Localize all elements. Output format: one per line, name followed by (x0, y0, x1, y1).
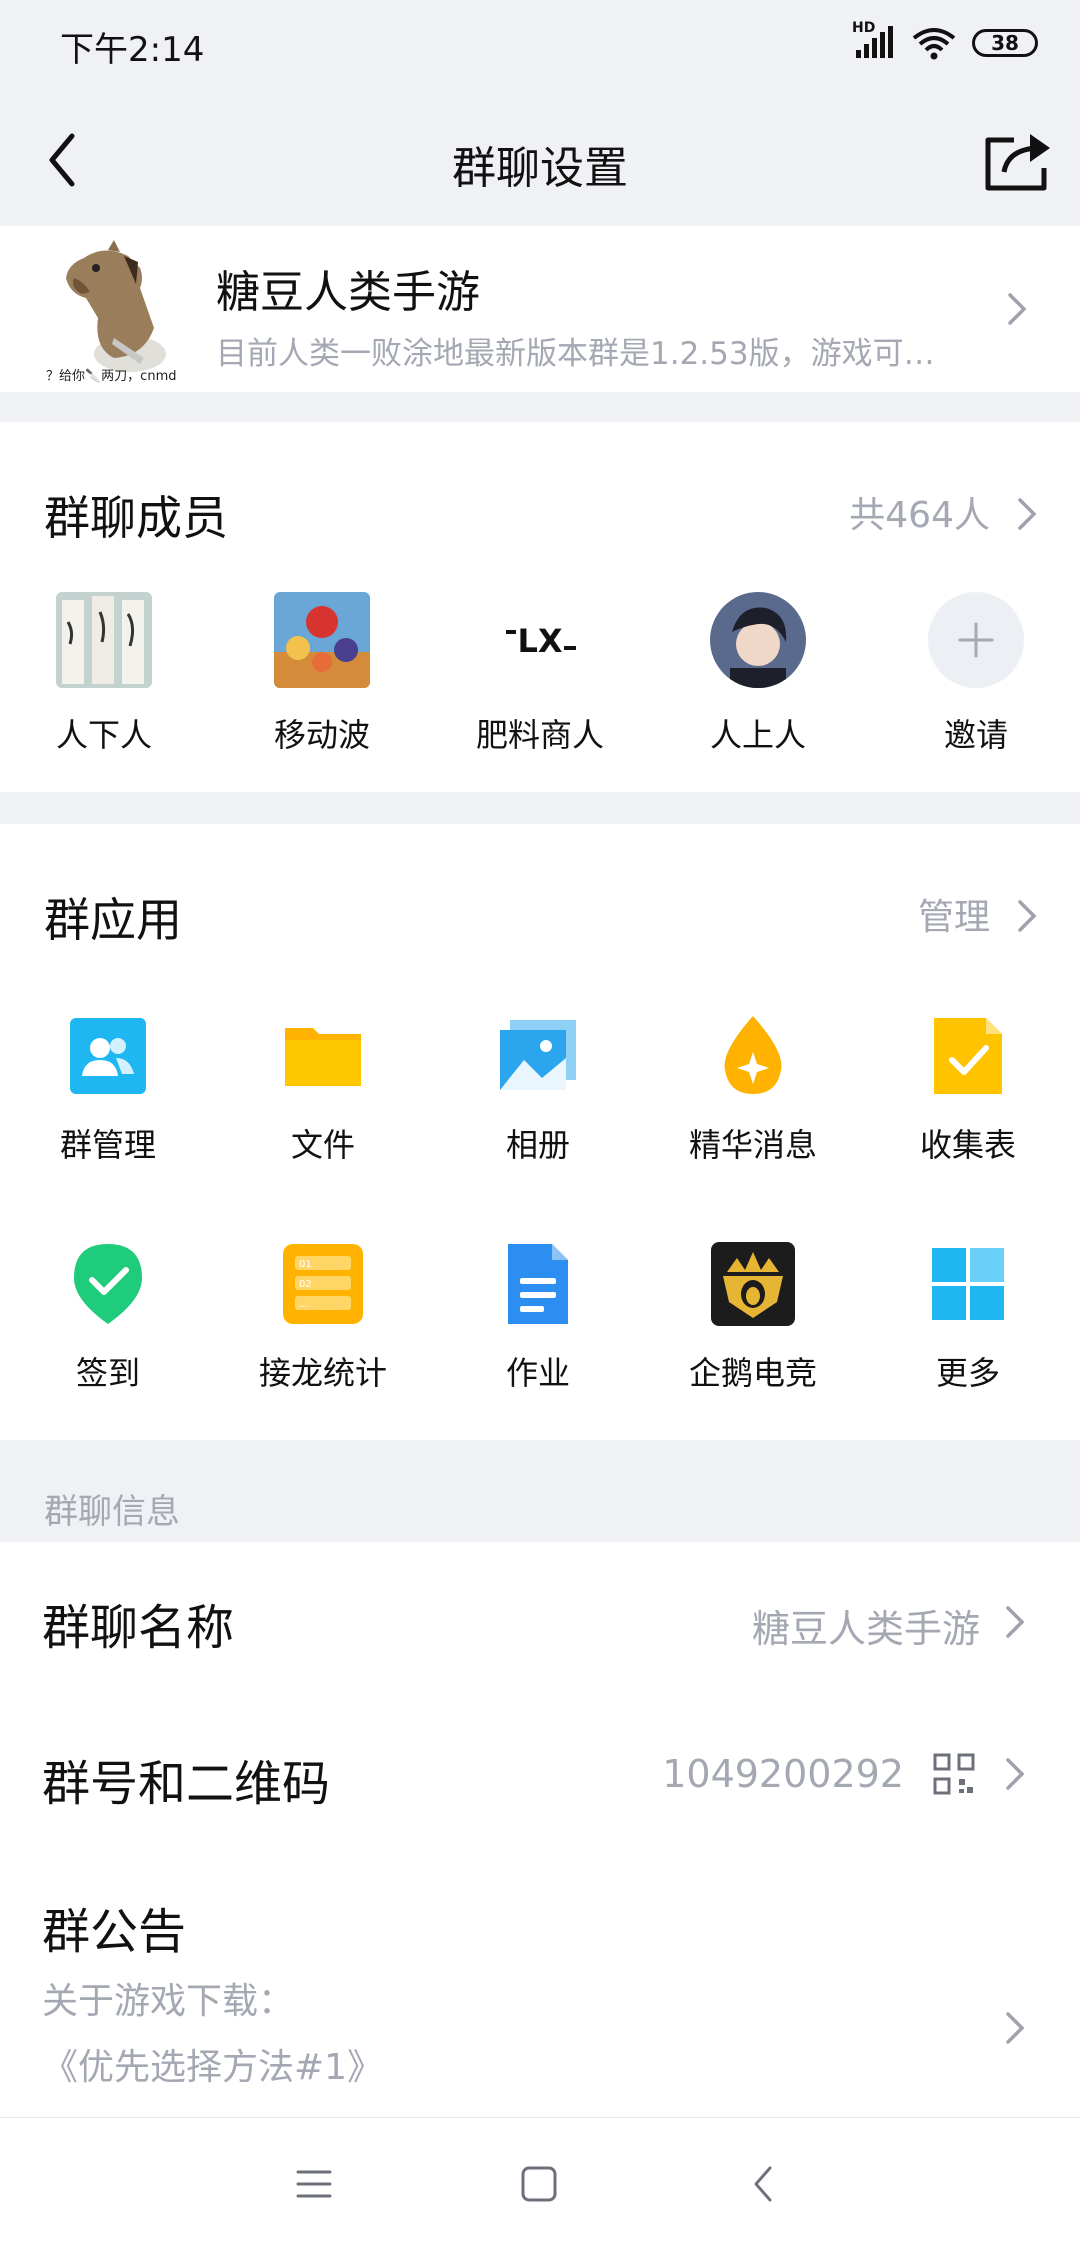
group-info-card: 群聊名称 糖豆人类手游 群号和二维码 1049200292 群公告 关于游戏下载… (0, 1542, 1080, 2117)
members-title: 群聊成员 (44, 491, 228, 545)
penguin-esports-icon (711, 1242, 795, 1326)
app-label: 相册 (505, 1126, 570, 1164)
chevron-right-icon (1018, 900, 1037, 932)
more-grid-icon (932, 1248, 1004, 1320)
member-avatar (56, 592, 152, 688)
apps-manage-label: 管理 (917, 897, 990, 938)
member-item[interactable]: LX 肥料商人 (450, 592, 630, 756)
status-time: 下午2:14 (60, 30, 205, 70)
group-number-row[interactable]: 群号和二维码 1049200292 (0, 1692, 1080, 1852)
group-avatar: ？给你🔪两刀，cnmd (44, 238, 192, 386)
app-label: 接龙统计 (258, 1354, 387, 1392)
form-icon (934, 1018, 1002, 1094)
share-icon[interactable] (978, 128, 1058, 198)
members-card: 群聊成员 共464人 人下人 移动波 LX 肥料商人 人上人 邀请 (0, 422, 1080, 792)
group-profile-card[interactable]: ？给你🔪两刀，cnmd 糖豆人类手游 目前人类一败涂地最新版本群是1.2.53版… (0, 226, 1080, 392)
homework-icon (508, 1244, 568, 1324)
svg-text:...: ... (299, 1299, 309, 1310)
app-album[interactable]: 相册 (438, 1014, 638, 1166)
svg-text:01: 01 (299, 1259, 312, 1270)
plus-icon (928, 592, 1024, 688)
status-bar: 下午2:14 HD 38 (0, 0, 1080, 100)
group-description: 目前人类一败涂地最新版本群是1.2.53版，游戏可… (216, 336, 935, 372)
wifi-icon (912, 28, 956, 60)
apps-title: 群应用 (44, 893, 182, 947)
group-name-row-label: 群聊名称 (42, 1600, 235, 1656)
battery-indicator: 38 (972, 29, 1038, 57)
app-penguin-esports[interactable]: 企鹅电竞 (653, 1242, 853, 1394)
menu-icon[interactable] (294, 2164, 334, 2204)
member-item[interactable]: 人上人 (668, 592, 848, 756)
group-notice-label: 群公告 (42, 1904, 187, 1960)
chevron-right-icon (1006, 1606, 1025, 1638)
group-manage-icon (70, 1018, 146, 1094)
app-essence[interactable]: 精华消息 (653, 1014, 853, 1166)
qr-code-icon[interactable] (932, 1752, 976, 1796)
app-label: 更多 (935, 1354, 1000, 1392)
member-avatar (710, 592, 806, 688)
page-title: 群聊设置 (452, 143, 628, 194)
network-type-label: HD (852, 20, 876, 36)
app-relay-stats[interactable]: 01 02 ... 接龙统计 (223, 1242, 423, 1394)
app-label: 企鹅电竞 (688, 1354, 817, 1392)
app-checkin[interactable]: 签到 (8, 1242, 208, 1394)
member-item[interactable]: 人下人 (14, 592, 194, 756)
app-files[interactable]: 文件 (223, 1014, 423, 1166)
app-label: 作业 (505, 1354, 570, 1392)
app-label: 收集表 (919, 1126, 1016, 1164)
album-icon (500, 1020, 576, 1090)
group-number-value: 1049200292 (662, 1752, 904, 1796)
home-icon[interactable] (517, 2162, 561, 2206)
members-count-link[interactable]: 共464人 (760, 484, 1040, 544)
app-label: 精华消息 (688, 1126, 817, 1164)
info-section-header: 群聊信息 (44, 1492, 180, 1532)
folder-icon (285, 1028, 361, 1086)
group-name: 糖豆人类手游 (216, 267, 480, 318)
svg-text:02: 02 (299, 1279, 312, 1290)
app-label: 文件 (290, 1126, 355, 1164)
member-item[interactable]: 移动波 (232, 592, 412, 756)
svg-text:LX: LX (517, 622, 562, 660)
group-number-row-label: 群号和二维码 (42, 1756, 331, 1812)
nav-bar: 群聊设置 (0, 100, 1080, 224)
member-avatar (274, 592, 370, 688)
checkin-icon (74, 1244, 142, 1324)
app-collection-form[interactable]: 收集表 (868, 1014, 1068, 1166)
invite-label: 邀请 (943, 716, 1008, 754)
group-notice-row[interactable]: 群公告 关于游戏下载： 《优先选择方法#1》 (0, 1852, 1080, 2117)
system-nav-bar (0, 2117, 1080, 2248)
relay-stats-icon: 01 02 ... (283, 1244, 363, 1324)
group-avatar-caption: ？给你🔪两刀，cnmd (46, 369, 177, 384)
group-notice-line1: 关于游戏下载： (42, 1981, 295, 2022)
app-more[interactable]: 更多 (868, 1242, 1068, 1394)
app-label: 群管理 (59, 1126, 156, 1164)
members-count: 共464人 (849, 495, 990, 536)
app-group-manage[interactable]: 群管理 (8, 1014, 208, 1166)
member-name: 人下人 (55, 716, 152, 754)
status-icons: HD 38 (852, 20, 1038, 60)
member-avatar: LX (492, 592, 588, 688)
group-notice-line2: 《优先选择方法#1》 (42, 2047, 384, 2088)
group-name-row-value: 糖豆人类手游 (751, 1607, 980, 1651)
invite-button[interactable]: 邀请 (886, 592, 1066, 756)
member-name: 移动波 (273, 716, 370, 754)
group-apps-card: 群应用 管理 群管理 文件 相册 精华消息 收集表 签到 01 02 ... 接… (0, 824, 1080, 1440)
cellular-signal-icon: HD (852, 20, 896, 60)
chevron-right-icon (1008, 293, 1027, 325)
member-name: 肥料商人 (475, 716, 604, 754)
chevron-right-icon (1006, 1758, 1025, 1790)
chevron-right-icon (1006, 2012, 1025, 2044)
back-icon[interactable] (748, 2164, 778, 2204)
apps-manage-link[interactable]: 管理 (840, 886, 1040, 946)
chevron-right-icon (1018, 498, 1037, 530)
essence-icon (724, 1016, 782, 1094)
app-homework[interactable]: 作业 (438, 1242, 638, 1394)
group-name-row[interactable]: 群聊名称 糖豆人类手游 (0, 1542, 1080, 1692)
app-label: 签到 (75, 1354, 140, 1392)
member-name: 人上人 (709, 716, 806, 754)
